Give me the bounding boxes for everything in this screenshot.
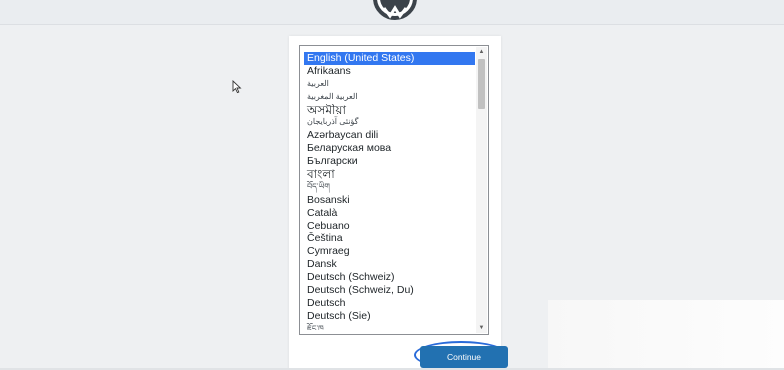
language-option[interactable]: ཇོང་ཁ bbox=[304, 323, 475, 330]
language-option[interactable]: Deutsch (Schweiz, Du) bbox=[304, 284, 475, 297]
language-option[interactable]: Català bbox=[304, 207, 475, 220]
language-option[interactable]: Deutsch bbox=[304, 297, 475, 310]
scroll-down-arrow-icon[interactable]: ▼ bbox=[476, 323, 487, 333]
scroll-thumb[interactable] bbox=[478, 59, 485, 109]
wordpress-logo-icon bbox=[373, 0, 417, 20]
language-option[interactable]: العربية المغربية bbox=[304, 91, 475, 104]
language-option[interactable]: العربية bbox=[304, 78, 475, 91]
language-option[interactable]: Cebuano bbox=[304, 220, 475, 233]
language-option[interactable]: বাংলা bbox=[304, 168, 475, 181]
language-options-list[interactable]: English (United States) Afrikaans العربية ا… bbox=[304, 52, 475, 330]
language-option[interactable]: অসমীয়া bbox=[304, 104, 475, 117]
language-select-scrollbar[interactable]: ▲ ▼ bbox=[476, 47, 487, 333]
language-option[interactable]: English (United States) bbox=[304, 52, 475, 65]
language-option[interactable]: گؤنئی آذربایجان bbox=[304, 116, 475, 129]
language-option[interactable]: Български bbox=[304, 155, 475, 168]
mouse-cursor-icon bbox=[232, 80, 242, 94]
language-option[interactable]: Azərbaycan dili bbox=[304, 129, 475, 142]
language-option[interactable]: Deutsch (Sie) bbox=[304, 310, 475, 323]
language-option[interactable]: Bosanski bbox=[304, 194, 475, 207]
language-option[interactable]: Deutsch (Schweiz) bbox=[304, 271, 475, 284]
scroll-up-arrow-icon[interactable]: ▲ bbox=[476, 47, 487, 57]
language-option[interactable]: Беларуская мова bbox=[304, 142, 475, 155]
overlay-box bbox=[548, 300, 784, 370]
language-option[interactable]: Čeština bbox=[304, 232, 475, 245]
language-option[interactable]: Afrikaans bbox=[304, 65, 475, 78]
continue-button[interactable]: Continue bbox=[420, 346, 508, 368]
language-option[interactable]: Dansk bbox=[304, 258, 475, 271]
language-option[interactable]: Cymraeg bbox=[304, 245, 475, 258]
language-option[interactable]: བོད་ཡིག bbox=[304, 181, 475, 194]
language-select[interactable]: English (United States) Afrikaans العربية ا… bbox=[299, 45, 489, 335]
